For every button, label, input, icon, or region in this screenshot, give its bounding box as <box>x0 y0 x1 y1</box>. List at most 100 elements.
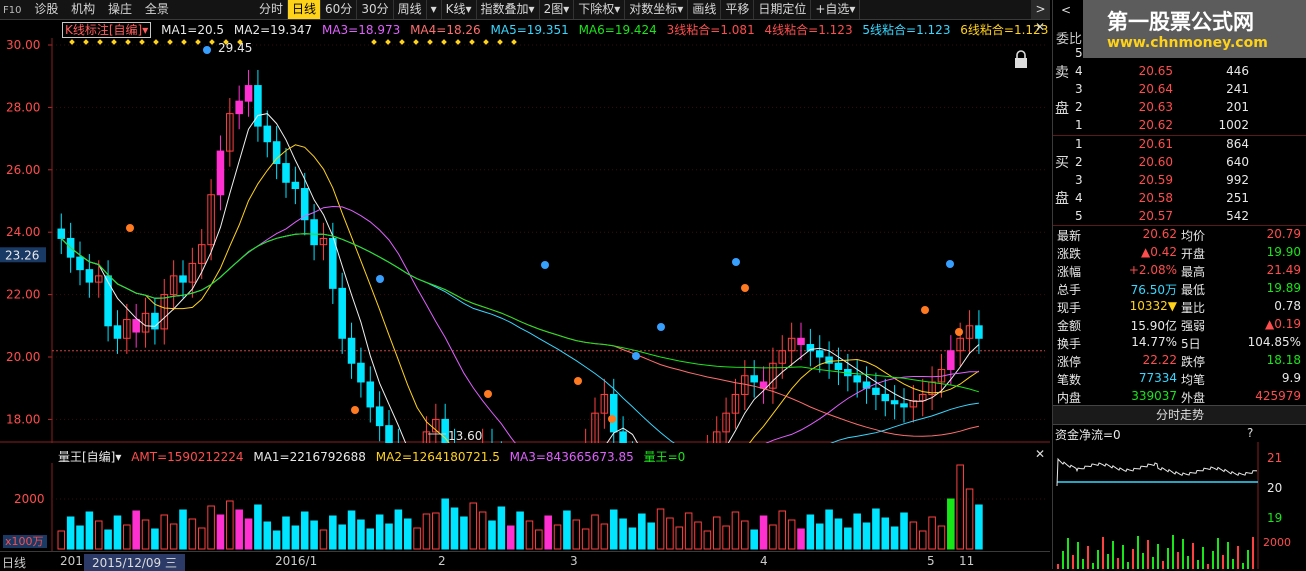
quote-row: 涨停 22.22 跌停 18.18 <box>1053 352 1306 370</box>
mini-volume-tick: 2000 <box>1263 536 1291 549</box>
stat-value: 19.89 <box>1266 281 1301 295</box>
sell-price: 20.65 <box>1138 64 1173 78</box>
menu-item-quanjing[interactable]: 全景 <box>145 0 169 19</box>
volume-bar <box>591 514 599 550</box>
candlestick-chart[interactable]: 30.0028.0026.0024.0022.0020.0018.0016.00… <box>0 38 1050 443</box>
quote-row: 最新 20.62 均价 20.79 <box>1053 226 1306 244</box>
signal-dot <box>351 406 359 414</box>
volume-bar <box>628 527 637 550</box>
volume-bar <box>722 525 730 550</box>
menu-item-caozhuang[interactable]: 操庄 <box>108 0 132 19</box>
ma-line <box>60 144 980 443</box>
lock-icon[interactable] <box>1015 58 1027 68</box>
quote-panel: < 委比 5 4 20.65 446 3 20.64 241 2 20.63 201 1 20.62 1… <box>1052 0 1306 569</box>
ma3-value: MA3=18.973 <box>321 23 401 37</box>
toolbar-item-14[interactable]: +自选▾ <box>811 0 861 19</box>
volume-bar <box>600 523 609 550</box>
buy-price: 20.57 <box>1138 209 1173 223</box>
volume-bar <box>750 529 758 550</box>
toolbar-item-13[interactable]: 日期定位 <box>754 0 812 19</box>
price-tick: 26.00 <box>6 163 40 177</box>
ma-line <box>60 233 979 443</box>
volume-bar <box>197 527 206 550</box>
signal-dot <box>955 328 963 336</box>
close-icon[interactable]: ✕ <box>1033 20 1047 36</box>
indicator-selector[interactable]: K线标注[自编]▾ <box>62 22 152 38</box>
volume-bar <box>909 521 918 550</box>
volume-bar <box>497 506 506 550</box>
volume-selector[interactable]: 量王[自编]▾ <box>58 450 121 464</box>
volume-bar <box>947 498 955 550</box>
toolbar-item-7[interactable]: 指数叠加▾ <box>477 0 540 19</box>
quote-row: 现手 10332▼ 量比 0.78 <box>1053 298 1306 316</box>
date-label-11: 11 <box>959 554 975 568</box>
toolbar-item-12[interactable]: 平移 <box>721 0 755 19</box>
toolbar-item-10[interactable]: 对数坐标▾ <box>625 0 689 19</box>
signal-dot <box>946 260 954 268</box>
toolbar-item-1[interactable]: 日线 <box>288 0 322 19</box>
help-icon[interactable]: ? <box>1247 426 1253 440</box>
volume-bar <box>357 519 365 550</box>
quote-row: 换手 14.77% 5日 104.85% <box>1053 334 1306 352</box>
toolbar-item-0[interactable]: 分时 <box>255 0 289 19</box>
stat-value: 20.79 <box>1266 227 1301 241</box>
date-label-5: 5 <box>927 554 935 568</box>
volume-bar <box>338 524 346 550</box>
signal-diamond <box>427 39 433 45</box>
intraday-mini-chart[interactable]: 21 20 19 2000 <box>1053 442 1306 569</box>
signal-diamond <box>125 39 131 45</box>
signal-dot <box>657 323 665 331</box>
volume-bar <box>254 504 262 550</box>
signal-dot <box>126 224 134 232</box>
volume-chart[interactable]: 2000 x100万 <box>0 463 1050 551</box>
toolbar-item-6[interactable]: K线▾ <box>442 0 477 19</box>
volume-bar <box>347 510 356 550</box>
toolbar-item-9[interactable]: 下除权▾ <box>574 0 626 19</box>
toolbar-item-5[interactable]: ▾ <box>427 0 442 19</box>
menu-item-zhengu[interactable]: 诊股 <box>34 0 58 19</box>
ma6-value: MA6=19.424 <box>578 23 657 37</box>
candle <box>282 163 290 183</box>
nav-left-button[interactable]: < <box>1061 3 1071 17</box>
volume-bar <box>975 504 983 550</box>
stat-label: 涨停 <box>1057 355 1082 369</box>
toolbar-item-3[interactable]: 30分 <box>357 0 394 19</box>
low-annotation: 13.60 <box>448 429 482 443</box>
buy-volume: 251 <box>1226 191 1249 205</box>
signal-diamond <box>483 39 489 45</box>
stat-label: 金额 <box>1057 319 1082 333</box>
flow-label: 资金净流=0 <box>1055 428 1121 442</box>
quote-row: 4 20.65 446 <box>1053 63 1306 81</box>
volume-bar <box>525 520 534 550</box>
volume-bar <box>226 500 234 550</box>
candle <box>254 85 262 127</box>
toolbar-item-2[interactable]: 60分 <box>321 0 358 19</box>
period-mode[interactable]: 日线 <box>2 554 26 571</box>
volume-bar <box>132 510 140 550</box>
volume-bar <box>460 516 468 550</box>
volume-bar <box>263 521 272 550</box>
toolbar-item-4[interactable]: 周线 <box>394 0 427 19</box>
volume-bar <box>806 514 815 550</box>
stat-value: 104.85% <box>1247 335 1301 349</box>
candle <box>272 141 281 165</box>
stat-label: 最低 <box>1181 283 1206 297</box>
volume-close-icon[interactable]: ✕ <box>1033 447 1047 463</box>
f10-button[interactable]: F10 <box>3 1 21 20</box>
date-first: 201 <box>60 554 83 568</box>
toolbar-item-8[interactable]: 2图▾ <box>540 0 575 19</box>
menu-item-jigou[interactable]: 机构 <box>71 0 95 19</box>
candle <box>57 228 66 239</box>
stat-value: 0.78 <box>1274 299 1301 313</box>
nav-right-button[interactable]: > <box>1031 0 1050 19</box>
candle <box>375 406 384 427</box>
stat-label: 换手 <box>1057 337 1082 351</box>
intraday-title[interactable]: 分时走势 <box>1053 405 1306 425</box>
volume-bar <box>85 511 94 550</box>
candle <box>263 125 272 143</box>
sell-volume: 1002 <box>1218 118 1249 132</box>
quote-row: 笔数 77334 均笔 9.9 <box>1053 370 1306 388</box>
stat-value: 18.18 <box>1266 353 1301 367</box>
toolbar-item-11[interactable]: 画线 <box>688 0 722 19</box>
candle <box>853 375 861 383</box>
